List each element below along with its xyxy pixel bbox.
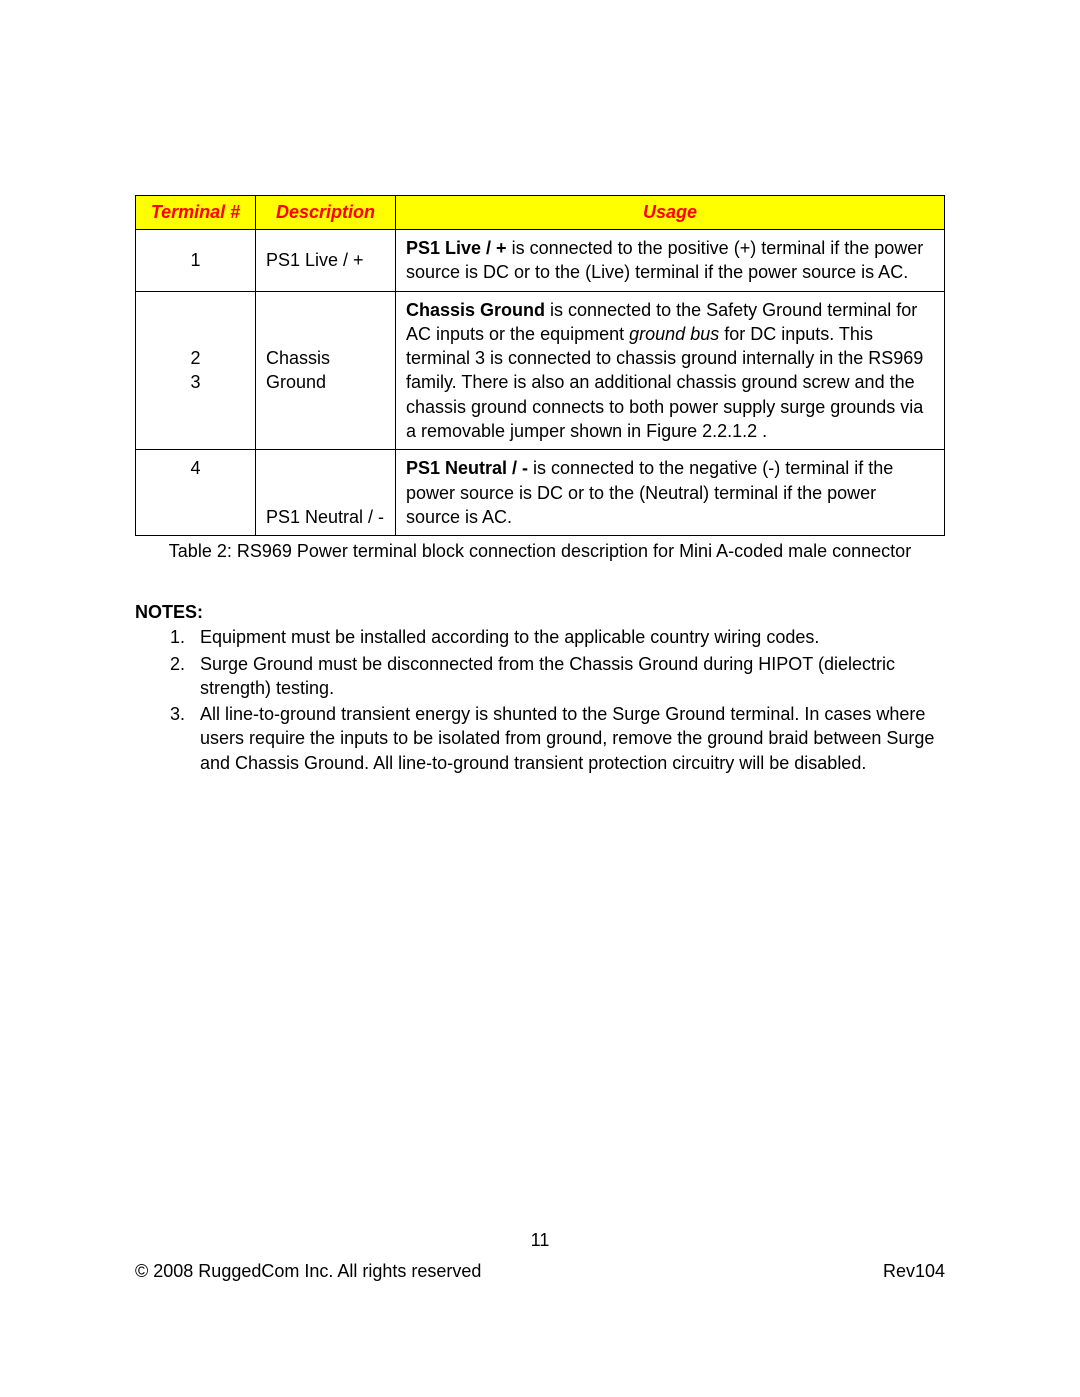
header-usage: Usage — [396, 196, 945, 230]
cell-terminal: 1 — [136, 230, 256, 292]
cell-description: ChassisGround — [256, 291, 396, 450]
table-row: 23 ChassisGround Chassis Ground is conne… — [136, 291, 945, 450]
copyright-text: © 2008 RuggedCom Inc. All rights reserve… — [135, 1261, 481, 1282]
header-description: Description — [256, 196, 396, 230]
header-terminal: Terminal # — [136, 196, 256, 230]
cell-usage: PS1 Neutral / - is connected to the nega… — [396, 450, 945, 536]
table-row: 1 PS1 Live / + PS1 Live / + is connected… — [136, 230, 945, 292]
table-caption: Table 2: RS969 Power terminal block conn… — [135, 541, 945, 562]
revision-text: Rev104 — [883, 1261, 945, 1282]
list-item: 3.All line-to-ground transient energy is… — [170, 702, 945, 775]
notes-list: 1.Equipment must be installed according … — [135, 625, 945, 775]
cell-description: PS1 Neutral / - — [256, 450, 396, 536]
cell-usage: PS1 Live / + is connected to the positiv… — [396, 230, 945, 292]
notes-heading: NOTES: — [135, 602, 945, 623]
cell-terminal: 4 — [136, 450, 256, 536]
page-number: 11 — [0, 1230, 1080, 1251]
list-item: 1.Equipment must be installed according … — [170, 625, 945, 649]
notes-section: NOTES: 1.Equipment must be installed acc… — [135, 602, 945, 775]
terminal-table: Terminal # Description Usage 1 PS1 Live … — [135, 195, 945, 536]
list-item: 2.Surge Ground must be disconnected from… — [170, 652, 945, 701]
cell-description: PS1 Live / + — [256, 230, 396, 292]
page-footer: 11 © 2008 RuggedCom Inc. All rights rese… — [0, 1230, 1080, 1282]
table-row: 4 PS1 Neutral / - PS1 Neutral / - is con… — [136, 450, 945, 536]
cell-terminal: 23 — [136, 291, 256, 450]
cell-usage: Chassis Ground is connected to the Safet… — [396, 291, 945, 450]
